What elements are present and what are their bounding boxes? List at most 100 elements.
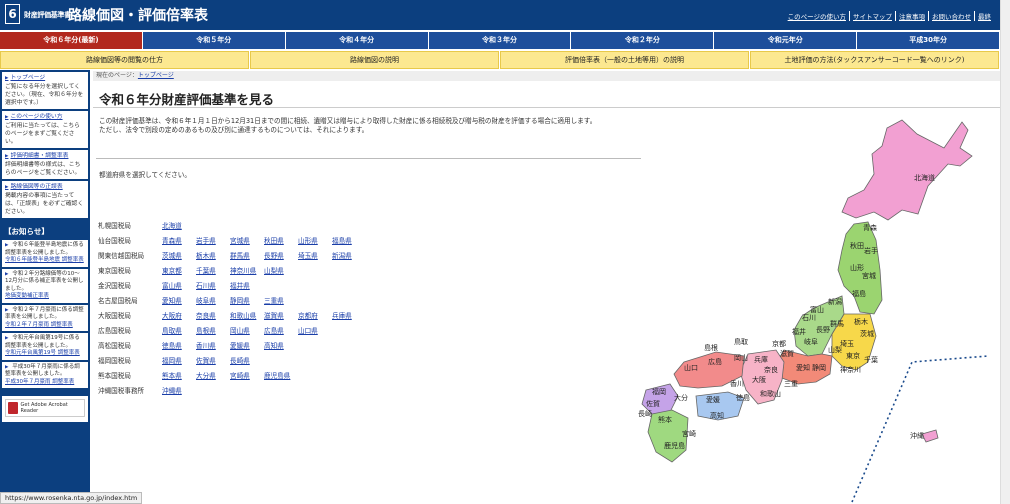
- logo-title[interactable]: 路線価図・評価倍率表: [68, 5, 208, 25]
- prefecture-link[interactable]: 京都府: [298, 310, 332, 320]
- map-label[interactable]: 山口: [684, 363, 698, 372]
- prefecture-link[interactable]: 青森県: [162, 235, 196, 245]
- map-label[interactable]: 北海道: [914, 173, 935, 182]
- map-label[interactable]: 群馬: [830, 319, 844, 328]
- sub-nav-method[interactable]: 土地評価の方法(タックスアンサーコード一覧へのリンク): [750, 51, 999, 69]
- tab-h30[interactable]: 平成30年分: [857, 32, 1000, 49]
- map-label[interactable]: 茨城: [860, 329, 874, 338]
- map-label[interactable]: 岡山: [734, 353, 748, 362]
- util-link-howto[interactable]: このページの使い方: [785, 11, 849, 21]
- map-label[interactable]: 奈良: [764, 365, 778, 374]
- news-link[interactable]: 令和２年７月豪雨 調整率表: [5, 322, 85, 330]
- tab-r2[interactable]: 令和２年分: [571, 32, 714, 49]
- prefecture-link[interactable]: 島根県: [196, 325, 230, 335]
- map-label[interactable]: 石川: [802, 314, 816, 322]
- prefecture-link[interactable]: 愛知県: [162, 295, 196, 305]
- prefecture-link[interactable]: 宮崎県: [230, 370, 264, 380]
- prefecture-link[interactable]: 茨城県: [162, 250, 196, 260]
- prefecture-link[interactable]: 香川県: [196, 340, 230, 350]
- prefecture-link[interactable]: 山梨県: [264, 265, 298, 275]
- sidebar-link-forms[interactable]: 評価明細書・調整率表: [5, 153, 68, 159]
- map-label[interactable]: 埼玉: [840, 339, 854, 348]
- prefecture-link[interactable]: 長崎県: [230, 355, 264, 365]
- prefecture-link[interactable]: 奈良県: [196, 310, 230, 320]
- map-label[interactable]: 宮城: [862, 271, 876, 280]
- prefecture-link[interactable]: 石川県: [196, 280, 230, 290]
- util-link-notes[interactable]: 注意事項: [895, 11, 928, 21]
- prefecture-link[interactable]: 鹿児島県: [264, 370, 298, 380]
- util-link-sitemap[interactable]: サイトマップ: [849, 11, 895, 21]
- map-label[interactable]: 広島: [708, 357, 722, 366]
- map-label[interactable]: 沖縄: [910, 431, 924, 440]
- sub-nav-howto[interactable]: 路線価図等の閲覧の仕方: [0, 51, 249, 69]
- prefecture-link[interactable]: 大分県: [196, 370, 230, 380]
- logo-subtitle[interactable]: 財産評価基準書: [24, 10, 71, 20]
- prefecture-link[interactable]: 静岡県: [230, 295, 264, 305]
- tab-r5[interactable]: 令和５年分: [142, 32, 285, 49]
- prefecture-link[interactable]: 福島県: [332, 235, 366, 245]
- sidebar-link-errata[interactable]: 路線価図等の正誤表: [5, 184, 63, 190]
- map-label[interactable]: 大阪: [752, 375, 766, 384]
- map-label[interactable]: 鳥取: [734, 337, 748, 346]
- prefecture-link[interactable]: 滋賀県: [264, 310, 298, 320]
- prefecture-link[interactable]: 岡山県: [230, 325, 264, 335]
- map-label[interactable]: 岩手: [864, 246, 878, 255]
- prefecture-link[interactable]: 北海道: [162, 220, 196, 230]
- page-scrollbar[interactable]: [1000, 0, 1010, 504]
- map-label[interactable]: 愛知: [796, 363, 810, 372]
- map-label[interactable]: 三重: [784, 380, 798, 388]
- prefecture-link[interactable]: 埼玉県: [298, 250, 332, 260]
- prefecture-link[interactable]: 兵庫県: [332, 310, 366, 320]
- map-label[interactable]: 香川: [730, 379, 744, 388]
- map-label[interactable]: 和歌山: [760, 389, 781, 398]
- sidebar-link-howto[interactable]: このページの使い方: [5, 114, 63, 120]
- news-link[interactable]: 平成30年７月豪雨 調整率表: [5, 379, 85, 387]
- prefecture-link[interactable]: 群馬県: [230, 250, 264, 260]
- prefecture-link[interactable]: 山形県: [298, 235, 332, 245]
- prefecture-link[interactable]: 千葉県: [196, 265, 230, 275]
- map-label[interactable]: 長崎: [638, 409, 652, 418]
- map-label[interactable]: 兵庫: [754, 355, 768, 364]
- prefecture-link[interactable]: 和歌山県: [230, 310, 264, 320]
- tab-r4[interactable]: 令和４年分: [285, 32, 428, 49]
- map-label[interactable]: 高知: [710, 411, 724, 420]
- map-label[interactable]: 富山: [810, 305, 824, 314]
- news-link[interactable]: 令和元年台風第19号 調整率表: [5, 350, 85, 358]
- prefecture-link[interactable]: 岐阜県: [196, 295, 230, 305]
- prefecture-link[interactable]: 愛媛県: [230, 340, 264, 350]
- prefecture-link[interactable]: 長野県: [264, 250, 298, 260]
- prefecture-link[interactable]: 鳥取県: [162, 325, 196, 335]
- prefecture-link[interactable]: 沖縄県: [162, 385, 196, 395]
- map-label[interactable]: 熊本: [658, 415, 672, 424]
- prefecture-link[interactable]: 神奈川県: [230, 265, 264, 275]
- japan-map[interactable]: 北海道青森秋田岩手山形宮城新潟 福島石川富山群馬 栃木茨城 長野埼玉千葉 山梨東京神奈川…: [632, 100, 1000, 504]
- map-label[interactable]: 山梨: [828, 345, 842, 354]
- map-label[interactable]: 東京: [846, 351, 860, 360]
- prefecture-link[interactable]: 秋田県: [264, 235, 298, 245]
- map-label[interactable]: 滋賀: [780, 349, 794, 358]
- map-label[interactable]: 静岡: [812, 363, 826, 372]
- map-label[interactable]: 福島: [852, 289, 866, 298]
- util-link-last[interactable]: 最終: [974, 11, 994, 21]
- map-label[interactable]: 岐阜: [804, 337, 818, 346]
- map-label[interactable]: 栃木: [854, 317, 868, 326]
- sub-nav-rosenka[interactable]: 路線価図の説明: [250, 51, 499, 69]
- map-label[interactable]: 島根: [704, 343, 718, 352]
- news-link[interactable]: 地価変動補正率表: [5, 293, 85, 301]
- prefecture-link[interactable]: 岩手県: [196, 235, 230, 245]
- map-label[interactable]: 福井: [792, 327, 806, 336]
- map-label[interactable]: 新潟: [828, 297, 842, 306]
- map-label[interactable]: 愛媛: [706, 395, 720, 404]
- prefecture-link[interactable]: 新潟県: [332, 250, 366, 260]
- map-label[interactable]: 長野: [816, 326, 830, 334]
- breadcrumb-home-link[interactable]: トップページ: [138, 72, 174, 79]
- tab-r1[interactable]: 令和元年分: [714, 32, 857, 49]
- prefecture-link[interactable]: 高知県: [264, 340, 298, 350]
- map-label[interactable]: 青森: [863, 223, 877, 232]
- prefecture-link[interactable]: 徳島県: [162, 340, 196, 350]
- prefecture-link[interactable]: 熊本県: [162, 370, 196, 380]
- map-label[interactable]: 山形: [850, 263, 864, 272]
- prefecture-link[interactable]: 大阪府: [162, 310, 196, 320]
- prefecture-link[interactable]: 三重県: [264, 295, 298, 305]
- sidebar-link-top[interactable]: トップページ: [5, 75, 45, 81]
